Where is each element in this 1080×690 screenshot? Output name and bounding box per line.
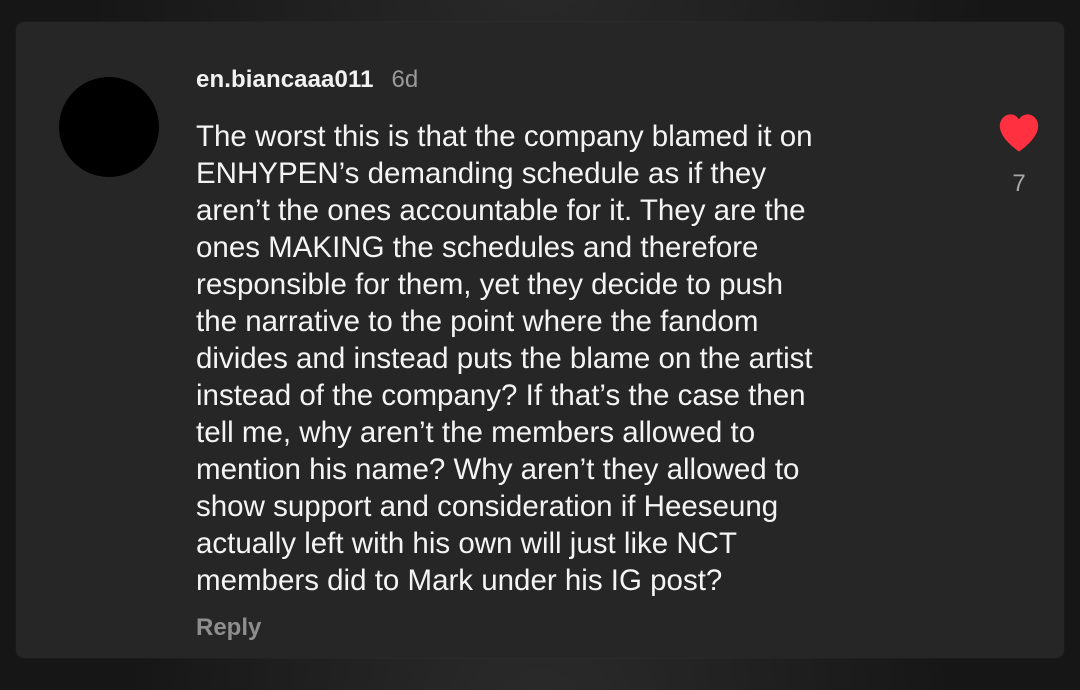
comment-line: divides and instead puts the blame on th… bbox=[196, 342, 813, 375]
comment-line: The worst this is that the company blame… bbox=[196, 120, 813, 153]
comment-line: aren’t the ones accountable for it. They… bbox=[196, 194, 806, 227]
like-button[interactable] bbox=[996, 110, 1042, 154]
comment-card: en.biancaaa011 6d The worst this is that… bbox=[16, 22, 1064, 658]
comment-line: ENHYPEN’s demanding schedule as if they bbox=[196, 157, 767, 190]
comment-line: the narrative to the point where the fan… bbox=[196, 305, 759, 338]
comment-text: The worst this is that the company blame… bbox=[196, 118, 956, 599]
timestamp: 6d bbox=[391, 66, 419, 93]
comment-line: ones MAKING the schedules and therefore bbox=[196, 231, 759, 264]
like-count: 7 bbox=[1012, 170, 1026, 197]
comment-line: instead of the company? If that’s the ca… bbox=[196, 379, 806, 412]
heart-icon bbox=[999, 114, 1039, 152]
comment-line: members did to Mark under his IG post? bbox=[196, 564, 723, 597]
comment-line: responsible for them, yet they decide to… bbox=[196, 268, 784, 301]
comment-line: mention his name? Why aren’t they allowe… bbox=[196, 453, 800, 486]
comment-header: en.biancaaa011 6d bbox=[196, 66, 418, 94]
comment-line: actually left with his own will just lik… bbox=[196, 527, 737, 560]
reply-button[interactable]: Reply bbox=[196, 614, 261, 642]
comment-line: show support and consideration if Heeseu… bbox=[196, 490, 779, 523]
comment-line: tell me, why aren’t the members allowed … bbox=[196, 416, 756, 449]
avatar[interactable] bbox=[59, 77, 159, 177]
username[interactable]: en.biancaaa011 bbox=[196, 66, 374, 94]
